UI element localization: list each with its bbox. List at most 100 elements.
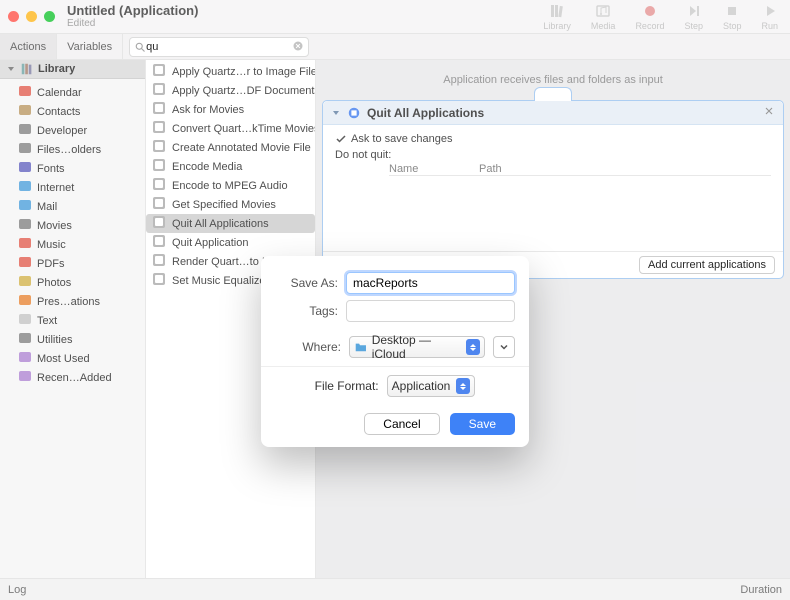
toolbar-run-button[interactable]: Run: [757, 3, 782, 31]
library-header-label: Library: [38, 63, 75, 75]
window-title-block: Untitled (Application) Edited: [67, 4, 198, 29]
search-field[interactable]: [129, 37, 309, 57]
library-item[interactable]: Music: [0, 235, 145, 254]
action-header[interactable]: Quit All Applications: [323, 101, 783, 125]
action-item-label: Convert Quart…kTime Movies: [172, 123, 315, 135]
folder-icon: [354, 340, 368, 354]
category-icon: [18, 198, 32, 215]
library-item-label: Movies: [37, 220, 72, 232]
col-path[interactable]: Path: [479, 163, 502, 175]
action-icon: [152, 139, 166, 156]
library-item[interactable]: Mail: [0, 197, 145, 216]
library-item-label: Developer: [37, 125, 87, 137]
library-item-label: Photos: [37, 277, 71, 289]
library-item[interactable]: Files…olders: [0, 140, 145, 159]
library-item-label: Utilities: [37, 334, 72, 346]
library-item[interactable]: Utilities: [0, 330, 145, 349]
action-item-label: Encode to MPEG Audio: [172, 180, 288, 192]
close-window-button[interactable]: [8, 11, 19, 22]
action-item[interactable]: Get Specified Movies: [146, 195, 315, 214]
traffic-lights: [8, 11, 55, 22]
action-item-label: Set Music Equalizer: [172, 275, 269, 287]
library-item[interactable]: Internet: [0, 178, 145, 197]
do-not-quit-table[interactable]: Name Path: [389, 163, 771, 176]
zoom-window-button[interactable]: [44, 11, 55, 22]
library-item[interactable]: Most Used: [0, 349, 145, 368]
category-icon: [18, 122, 32, 139]
ask-to-save-checkbox[interactable]: [335, 133, 347, 145]
toolbar-record-button[interactable]: Record: [631, 3, 668, 31]
duration-label: Duration: [740, 584, 782, 596]
toolbar-media-button[interactable]: Media: [587, 3, 620, 31]
library-item[interactable]: Fonts: [0, 159, 145, 178]
popup-arrows-icon: [456, 378, 470, 394]
search-clear-icon[interactable]: [292, 40, 304, 55]
record-icon: [642, 3, 658, 19]
category-icon: [18, 255, 32, 272]
where-value: Desktop — iCloud: [372, 333, 467, 361]
category-icon: [18, 369, 32, 386]
library-item[interactable]: Calendar: [0, 83, 145, 102]
toolbar-stop-button[interactable]: Stop: [719, 3, 746, 31]
expand-save-panel-button[interactable]: [493, 336, 515, 358]
library-item[interactable]: Contacts: [0, 102, 145, 121]
library-item[interactable]: Movies: [0, 216, 145, 235]
search-icon: [134, 41, 146, 53]
disclosure-open-icon: [6, 64, 16, 74]
action-item[interactable]: Apply Quartz…r to Image Files: [146, 62, 315, 81]
where-popup[interactable]: Desktop — iCloud: [349, 336, 485, 358]
action-item-label: Create Annotated Movie File: [172, 142, 311, 154]
tab-actions[interactable]: Actions: [0, 34, 57, 59]
minimize-window-button[interactable]: [26, 11, 37, 22]
library-item[interactable]: Text: [0, 311, 145, 330]
action-icon: [152, 82, 166, 99]
disclosure-open-icon: [331, 108, 341, 118]
library-header[interactable]: Library: [0, 60, 145, 79]
action-item-label: Ask for Movies: [172, 104, 244, 116]
library-item[interactable]: Recen…Added: [0, 368, 145, 387]
action-icon: [152, 272, 166, 289]
library-item-label: Fonts: [37, 163, 65, 175]
library-tree: Calendar Contacts Developer Files…olders Fon…: [0, 79, 145, 391]
ask-to-save-label: Ask to save changes: [351, 133, 453, 145]
library-item-label: Most Used: [37, 353, 90, 365]
log-label: Log: [8, 584, 26, 596]
library-item-label: PDFs: [37, 258, 65, 270]
action-item[interactable]: Convert Quart…kTime Movies: [146, 119, 315, 138]
add-current-applications-button[interactable]: Add current applications: [639, 256, 775, 274]
action-icon: [152, 234, 166, 251]
tags-input[interactable]: [346, 300, 515, 322]
library-item[interactable]: Pres…ations: [0, 292, 145, 311]
file-format-popup[interactable]: Application: [387, 375, 476, 397]
library-item[interactable]: PDFs: [0, 254, 145, 273]
toolbar-library-button[interactable]: Library: [539, 3, 575, 31]
cancel-button[interactable]: Cancel: [364, 413, 439, 435]
action-item[interactable]: Encode to MPEG Audio: [146, 176, 315, 195]
save-as-input[interactable]: [346, 272, 515, 294]
library-item-label: Calendar: [37, 87, 82, 99]
action-item[interactable]: Ask for Movies: [146, 100, 315, 119]
action-item[interactable]: Apply Quartz…DF Documents: [146, 81, 315, 100]
action-connector: [534, 87, 572, 101]
action-item[interactable]: Encode Media: [146, 157, 315, 176]
popup-arrows-icon: [466, 339, 480, 355]
category-icon: [18, 84, 32, 101]
search-input[interactable]: [146, 41, 292, 53]
library-item[interactable]: Photos: [0, 273, 145, 292]
save-sheet: Save As: Tags: Where: Desktop — iCloud F…: [261, 256, 529, 447]
library-item-label: Internet: [37, 182, 74, 194]
category-icon: [18, 141, 32, 158]
action-item[interactable]: Create Annotated Movie File: [146, 138, 315, 157]
toolbar-step-button[interactable]: Step: [680, 3, 707, 31]
tab-variables[interactable]: Variables: [57, 34, 123, 59]
action-icon: [152, 101, 166, 118]
library-item[interactable]: Developer: [0, 121, 145, 140]
category-icon: [18, 217, 32, 234]
action-item[interactable]: Quit All Applications: [146, 214, 315, 233]
col-name[interactable]: Name: [389, 163, 479, 175]
category-icon: [18, 274, 32, 291]
category-icon: [18, 103, 32, 120]
save-button[interactable]: Save: [450, 413, 515, 435]
action-item[interactable]: Quit Application: [146, 233, 315, 252]
close-action-icon[interactable]: [763, 105, 775, 120]
